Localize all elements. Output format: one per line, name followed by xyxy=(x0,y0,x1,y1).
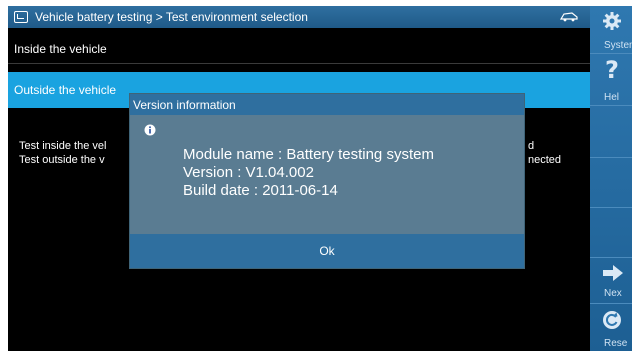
info-icon xyxy=(144,124,156,136)
app-icon xyxy=(14,11,28,23)
help-button[interactable]: ? Hel xyxy=(590,54,632,106)
description-line-1: Test inside the vel xyxy=(19,140,107,152)
title-bar: Vehicle battery testing > Test environme… xyxy=(8,6,590,28)
svg-text:?: ? xyxy=(605,57,619,83)
reset-label: Rese xyxy=(604,338,628,349)
system-button[interactable]: Systen xyxy=(590,6,632,54)
list-item-label: Outside the vehicle xyxy=(14,83,117,97)
arrow-right-icon xyxy=(603,265,623,281)
app-screen: Vehicle battery testing > Test environme… xyxy=(8,6,632,351)
help-label: Hel xyxy=(604,92,620,103)
next-label: Nex xyxy=(604,288,622,299)
version-text: Version : V1.04.002 xyxy=(183,164,314,181)
dialog-body: Module name : Battery testing system Ver… xyxy=(183,146,434,200)
version-info-dialog: Version information Module name : Batter… xyxy=(130,94,524,268)
reset-icon xyxy=(603,311,621,329)
ok-button[interactable]: Ok xyxy=(319,244,334,258)
gear-icon xyxy=(603,12,621,30)
build-date-text: Build date : 2011-06-14 xyxy=(183,182,338,199)
list-item-label: Inside the vehicle xyxy=(14,41,107,56)
description-line-2-end: nected xyxy=(528,154,562,166)
next-button[interactable]: Nex xyxy=(590,258,632,304)
dialog-footer: Ok xyxy=(130,234,524,268)
page-title: Vehicle battery testing > Test environme… xyxy=(35,10,308,24)
system-label: Systen xyxy=(604,40,632,51)
description-line-2: Test outside the v xyxy=(19,154,105,166)
module-name-text: Module name : Battery testing system xyxy=(183,146,434,163)
dialog-title: Version information xyxy=(130,94,524,115)
sidebar-empty-slot-2 xyxy=(590,158,632,208)
reset-button[interactable]: Rese xyxy=(590,304,632,351)
help-icon: ? xyxy=(605,57,619,83)
right-sidebar: Systen ? Hel Nex Rese xyxy=(590,6,632,351)
sidebar-empty-slot-1 xyxy=(590,106,632,158)
car-icon xyxy=(560,12,578,22)
list-item-inside-vehicle[interactable]: Inside the vehicle xyxy=(8,34,590,64)
description-line-1-end: d xyxy=(528,140,535,152)
sidebar-empty-slot-3 xyxy=(590,208,632,258)
